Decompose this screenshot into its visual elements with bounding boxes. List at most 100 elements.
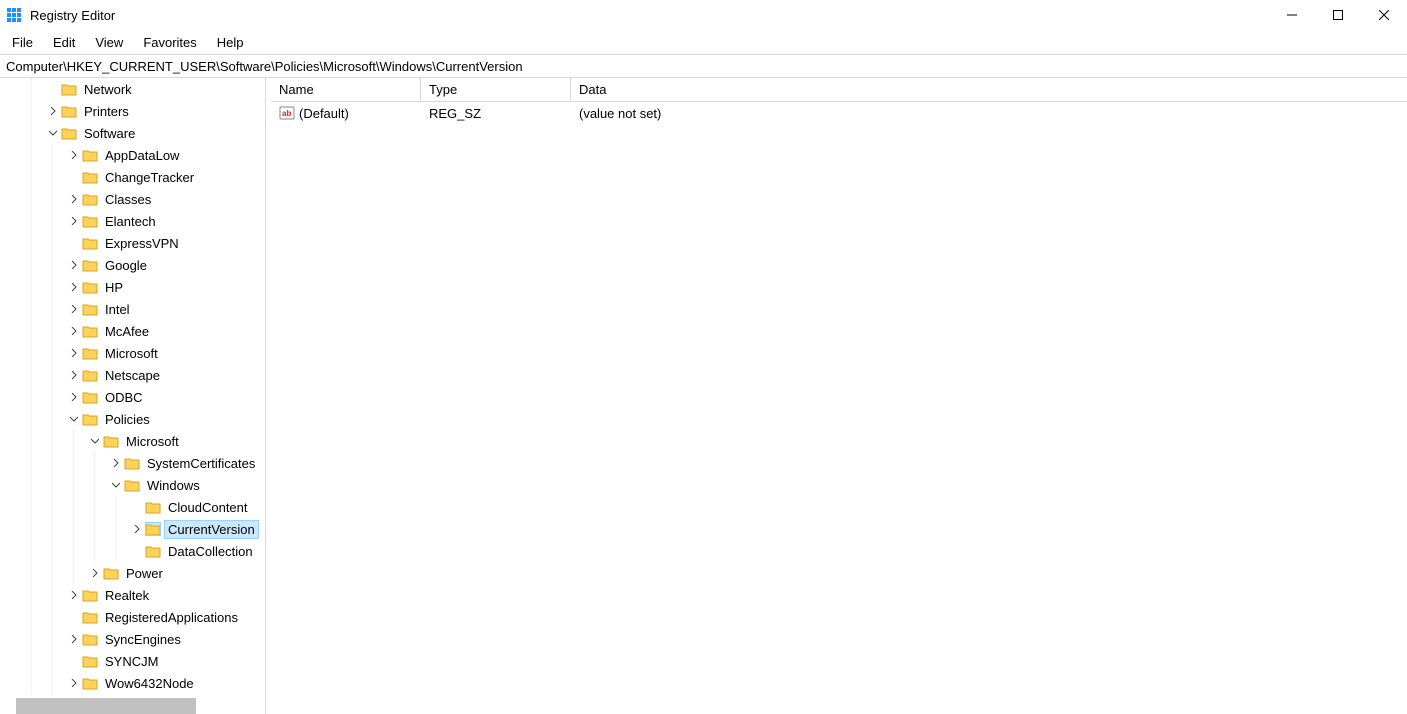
folder-icon (82, 412, 98, 426)
chevron-down-icon[interactable] (108, 477, 124, 493)
tree-item-registeredapplications[interactable]: RegisteredApplications (66, 606, 265, 628)
tree-item-cloudcontent[interactable]: CloudContent (129, 496, 265, 518)
chevron-right-icon[interactable] (45, 103, 61, 119)
tree-label: Printers (81, 103, 132, 120)
folder-icon (82, 280, 98, 294)
tree-label: Realtek (102, 587, 152, 604)
tree-item-network[interactable]: Network (45, 78, 265, 100)
tree-label: Intel (102, 301, 133, 318)
folder-icon (61, 82, 77, 96)
folder-icon (61, 126, 77, 140)
chevron-right-icon[interactable] (66, 301, 82, 317)
tree-item-realtek[interactable]: Realtek (66, 584, 265, 606)
value-name: (Default) (299, 106, 349, 121)
tree-item-datacollection[interactable]: DataCollection (129, 540, 265, 562)
folder-icon (82, 632, 98, 646)
tree-label: SyncEngines (102, 631, 184, 648)
values-body[interactable]: ab (Default) REG_SZ (value not set) (271, 102, 1407, 714)
close-button[interactable] (1361, 0, 1407, 30)
folder-icon (103, 434, 119, 448)
chevron-right-icon[interactable] (66, 389, 82, 405)
tree-label: Microsoft (123, 433, 182, 450)
tree-label: SystemCertificates (144, 455, 258, 472)
tree-item-google[interactable]: Google (66, 254, 265, 276)
address-bar (0, 54, 1407, 78)
tree-item-microsoft[interactable]: Microsoft (66, 342, 265, 364)
content-area: Network Printers (0, 78, 1407, 714)
tree-item-printers[interactable]: Printers (45, 100, 265, 122)
menu-view[interactable]: View (85, 33, 133, 52)
chevron-right-icon[interactable] (66, 191, 82, 207)
window-title: Registry Editor (6, 7, 1269, 23)
chevron-right-icon[interactable] (66, 345, 82, 361)
tree-label: HP (102, 279, 126, 296)
horizontal-scrollbar[interactable] (16, 698, 196, 714)
chevron-right-icon[interactable] (66, 367, 82, 383)
tree-item-netscape[interactable]: Netscape (66, 364, 265, 386)
folder-icon (82, 588, 98, 602)
chevron-right-icon[interactable] (129, 521, 145, 537)
tree-item-changetracker[interactable]: ChangeTracker (66, 166, 265, 188)
tree-pane: Network Printers (0, 78, 266, 714)
column-header-type[interactable]: Type (421, 78, 571, 101)
tree-label: ExpressVPN (102, 235, 182, 252)
values-pane: Name Type Data ab (Default) REG_SZ (valu… (271, 78, 1407, 714)
folder-icon (82, 214, 98, 228)
tree-item-mcafee[interactable]: McAfee (66, 320, 265, 342)
chevron-right-icon[interactable] (87, 565, 103, 581)
tree-label: Policies (102, 411, 153, 428)
tree-item-windows[interactable]: Windows (108, 474, 265, 496)
chevron-right-icon[interactable] (66, 631, 82, 647)
tree-item-syncengines[interactable]: SyncEngines (66, 628, 265, 650)
tree-item-hp[interactable]: HP (66, 276, 265, 298)
tree-item-currentversion[interactable]: CurrentVersion (129, 518, 265, 540)
tree-item-elantech[interactable]: Elantech (66, 210, 265, 232)
chevron-right-icon[interactable] (66, 213, 82, 229)
folder-icon (61, 104, 77, 118)
tree-label: CurrentVersion (165, 521, 258, 538)
chevron-right-icon[interactable] (108, 455, 124, 471)
tree-item-appdatalow[interactable]: AppDataLow (66, 144, 265, 166)
tree-item-expressvpn[interactable]: ExpressVPN (66, 232, 265, 254)
tree-label: Wow6432Node (102, 675, 197, 692)
tree-label: Power (123, 565, 166, 582)
tree-item-classes[interactable]: Classes (66, 188, 265, 210)
tree-item-wow6432node[interactable]: Wow6432Node (66, 672, 265, 694)
folder-icon (82, 368, 98, 382)
tree-item-policies-microsoft[interactable]: Microsoft (87, 430, 265, 452)
chevron-right-icon[interactable] (66, 587, 82, 603)
tree-item-intel[interactable]: Intel (66, 298, 265, 320)
value-row[interactable]: ab (Default) REG_SZ (value not set) (271, 102, 1407, 124)
maximize-button[interactable] (1315, 0, 1361, 30)
tree-label: SYNCJM (102, 653, 161, 670)
tree-scroll[interactable]: Network Printers (0, 78, 265, 714)
tree-item-systemcertificates[interactable]: SystemCertificates (108, 452, 265, 474)
menu-help[interactable]: Help (207, 33, 254, 52)
folder-icon (103, 566, 119, 580)
chevron-right-icon[interactable] (66, 675, 82, 691)
tree-label: McAfee (102, 323, 152, 340)
tree-label: Classes (102, 191, 154, 208)
tree-item-power[interactable]: Power (87, 562, 265, 584)
minimize-button[interactable] (1269, 0, 1315, 30)
tree-item-syncjm[interactable]: SYNCJM (66, 650, 265, 672)
address-input[interactable] (4, 58, 1403, 75)
tree-item-policies[interactable]: Policies (66, 408, 265, 430)
chevron-right-icon[interactable] (66, 257, 82, 273)
menu-file[interactable]: File (2, 33, 43, 52)
chevron-right-icon[interactable] (66, 279, 82, 295)
folder-icon (82, 148, 98, 162)
column-header-name[interactable]: Name (271, 78, 421, 101)
tree-item-odbc[interactable]: ODBC (66, 386, 265, 408)
tree-item-software[interactable]: Software (45, 122, 265, 144)
menu-edit[interactable]: Edit (43, 33, 85, 52)
chevron-down-icon[interactable] (45, 125, 61, 141)
column-header-type-label: Type (429, 82, 457, 97)
column-header-data[interactable]: Data (571, 78, 925, 101)
window-title-text: Registry Editor (30, 8, 115, 23)
chevron-down-icon[interactable] (66, 411, 82, 427)
chevron-down-icon[interactable] (87, 433, 103, 449)
chevron-right-icon[interactable] (66, 323, 82, 339)
chevron-right-icon[interactable] (66, 147, 82, 163)
menu-favorites[interactable]: Favorites (133, 33, 206, 52)
